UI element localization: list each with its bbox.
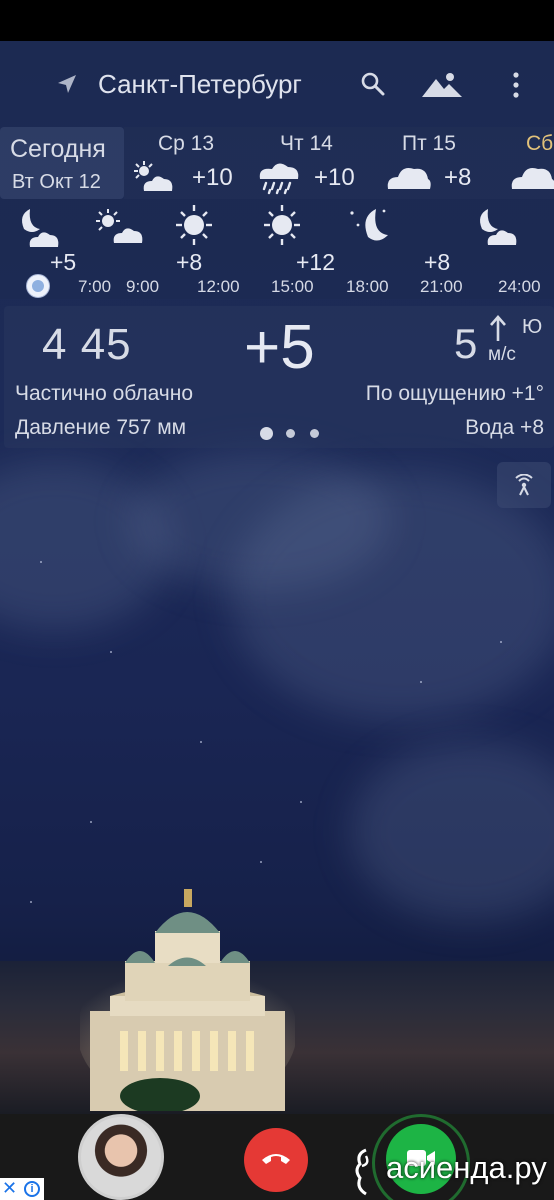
day-temp: +8: [444, 164, 472, 191]
weather-description: Частично облачно: [15, 382, 194, 405]
sun-icon: [264, 205, 300, 245]
day-temp: +10: [192, 164, 233, 191]
partly-cloudy-night-icon: [134, 161, 173, 191]
ad-avatar-image[interactable]: [78, 1114, 164, 1200]
day-name: Сб: [526, 132, 554, 155]
today-date: Вт Окт 12: [12, 171, 101, 193]
day-name: Пт 15: [402, 132, 456, 155]
background-picker-icon[interactable]: [422, 71, 464, 99]
wind-unit: м/с: [488, 344, 516, 365]
water-temperature: Вода +8: [465, 416, 544, 439]
cathedral-illustration: [80, 889, 295, 1111]
hang-up-icon: [262, 1154, 290, 1164]
radar-button[interactable]: [497, 462, 551, 508]
day-item[interactable]: Ср 13 +10: [124, 127, 246, 199]
day-name: Чт 14: [280, 132, 333, 155]
wind-speed: 5: [454, 320, 478, 367]
sun-cloud-icon: [96, 209, 143, 243]
hour-time: 15:00: [271, 277, 314, 296]
hour-time: 18:00: [346, 277, 389, 296]
ad-decline-call-button[interactable]: [244, 1128, 308, 1192]
days-strip: Ср 13 +10 Чт 14 +10 Пт 15 +8 Сб: [124, 127, 554, 199]
current-conditions[interactable]: 4 45 +5 5 Ю м/с Частично облачно По ощущ…: [4, 306, 554, 448]
status-bar: [0, 0, 554, 41]
today-label: Сегодня: [10, 135, 106, 163]
day-today[interactable]: Сегодня Вт Окт 12: [0, 127, 124, 199]
hour-temp: +8: [176, 249, 203, 275]
radar-icon: [515, 474, 533, 496]
day-temp: +10: [314, 164, 355, 191]
hour-time: 9:00: [126, 277, 160, 296]
day-item[interactable]: Пт 15 +8: [370, 127, 494, 199]
rain-icon: [259, 163, 299, 195]
cloud-icon: [511, 168, 554, 189]
hour-temp: +5: [50, 249, 77, 275]
hour-temp: +8: [424, 249, 451, 275]
day-item[interactable]: Сб: [494, 127, 554, 199]
ad-close-icon[interactable]: ✕: [2, 1178, 17, 1199]
day-item[interactable]: Чт 14 +10: [246, 127, 370, 199]
hourly-forecast: +5 7:00 9:00 +8 12:00 +12 15:00 18:00 +8…: [0, 199, 554, 299]
location-arrow-icon[interactable]: [56, 73, 78, 95]
moon-cloud-icon: [480, 209, 517, 245]
page-dot: [310, 429, 319, 438]
ad-choices[interactable]: ✕ i: [0, 1178, 44, 1200]
cloud-icon: [387, 168, 431, 189]
location-name[interactable]: Санкт-Петербург: [98, 69, 302, 100]
feels-like: По ощущению +1°: [365, 382, 544, 405]
page-dot-active: [260, 427, 273, 440]
page-indicator: [260, 426, 330, 440]
top-bar: Санкт-Петербург: [0, 55, 554, 113]
wind-direction: Ю: [522, 316, 543, 338]
hour-time: 7:00: [78, 277, 112, 296]
ad-info-icon[interactable]: i: [24, 1181, 40, 1197]
watermark-logo-icon: [355, 1148, 369, 1196]
current-temperature: +5: [244, 313, 315, 382]
day-name: Ср 13: [158, 132, 215, 155]
hour-time: 12:00: [197, 277, 240, 296]
watermark-text: асиенда.ру: [386, 1150, 547, 1185]
current-time-marker[interactable]: [26, 274, 50, 298]
page-dot: [286, 429, 295, 438]
hour-temp: +12: [296, 249, 336, 275]
wind-direction-arrow-icon: [490, 315, 506, 341]
moon-cloud-icon: [22, 209, 59, 247]
hour-time: 21:00: [420, 277, 463, 296]
search-icon[interactable]: [360, 71, 386, 97]
pressure: Давление 757 мм: [15, 416, 187, 439]
more-menu-icon[interactable]: [508, 71, 524, 99]
current-time: 4 45: [42, 320, 132, 369]
hour-time: 24:00: [498, 277, 541, 296]
daily-forecast: Сегодня Вт Окт 12 Ср 13 +10 Чт 14 +10 Пт…: [0, 127, 554, 199]
sun-icon: [176, 205, 212, 245]
moon-stars-icon: [350, 209, 388, 241]
